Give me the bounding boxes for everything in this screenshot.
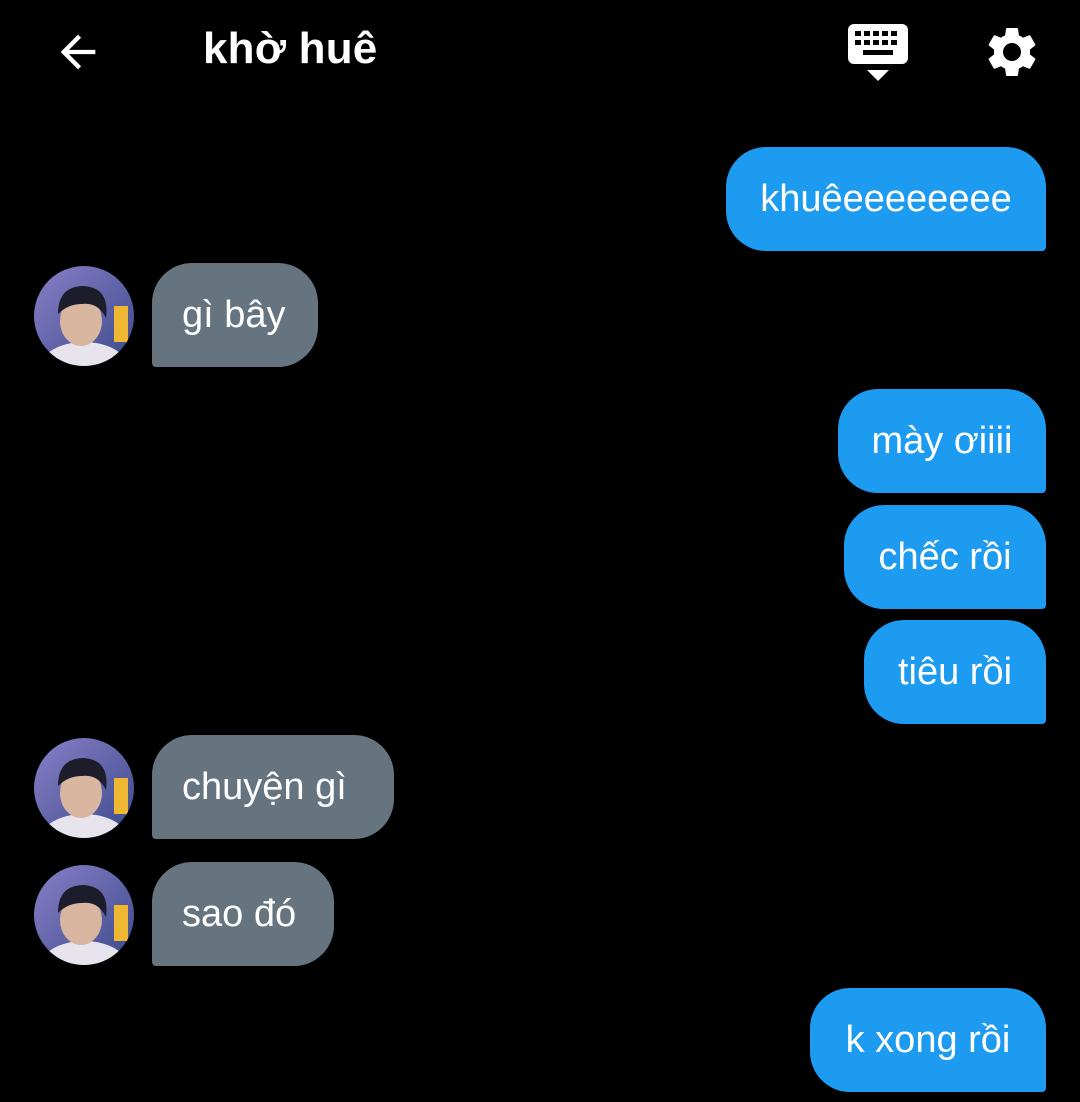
message-text: chuyện gì bbox=[182, 765, 347, 808]
chat-header: khờ huê bbox=[0, 0, 1080, 110]
message-text: khuêeeeeeeee bbox=[760, 177, 1012, 220]
incoming-message[interactable]: chuyện gì bbox=[152, 735, 394, 839]
contact-avatar-image bbox=[34, 738, 134, 838]
contact-avatar-image bbox=[34, 865, 134, 965]
arrow-left-icon bbox=[60, 34, 96, 70]
keyboard-toggle-button[interactable] bbox=[846, 22, 910, 84]
message-text: k xong rồi bbox=[845, 1018, 1011, 1061]
chat-title: khờ huê bbox=[203, 24, 378, 73]
gear-icon bbox=[988, 27, 1036, 76]
message-text: mày ơiiii bbox=[871, 419, 1013, 462]
contact-avatar-image bbox=[34, 266, 134, 366]
outgoing-message[interactable]: k xong rồi bbox=[810, 988, 1046, 1092]
outgoing-message[interactable]: chếc rồi bbox=[844, 505, 1046, 609]
avatar[interactable] bbox=[34, 865, 134, 965]
back-button[interactable] bbox=[48, 22, 108, 82]
message-text: gì bây bbox=[182, 293, 286, 336]
message-text: tiêu rồi bbox=[897, 650, 1013, 693]
avatar[interactable] bbox=[34, 738, 134, 838]
avatar[interactable] bbox=[34, 266, 134, 366]
keyboard-hide-icon bbox=[848, 24, 908, 81]
message-text: sao đó bbox=[182, 892, 297, 935]
message-text: chếc rồi bbox=[878, 535, 1012, 578]
outgoing-message[interactable]: khuêeeeeeeee bbox=[726, 147, 1046, 251]
outgoing-message[interactable]: mày ơiiii bbox=[838, 389, 1046, 493]
outgoing-message[interactable]: tiêu rồi bbox=[864, 620, 1046, 724]
incoming-message[interactable]: gì bây bbox=[152, 263, 318, 367]
incoming-message[interactable]: sao đó bbox=[152, 862, 334, 966]
settings-button[interactable] bbox=[982, 22, 1042, 82]
